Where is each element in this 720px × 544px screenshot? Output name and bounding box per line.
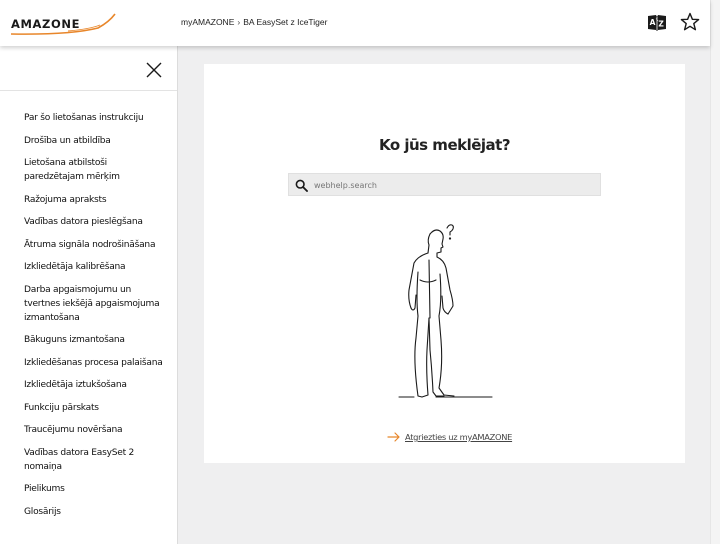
breadcrumb-current: BA EasySet z IceTiger [243, 17, 328, 27]
amazone-logo[interactable]: AMAZONE [10, 13, 116, 37]
search-icon[interactable] [295, 179, 308, 192]
page-scrollbar[interactable] [710, 0, 720, 544]
sidebar: Par šo lietošanas instrukciju Drošība un… [0, 46, 178, 544]
sidebar-item[interactable]: Lietošana atbilstoši paredzētajam mērķim [0, 156, 177, 184]
sidebar-item[interactable]: Pielikums [0, 482, 177, 496]
toc-nav: Par šo lietošanas instrukciju Drošība un… [0, 91, 177, 519]
page-title: Ko jūs meklējat? [378, 136, 511, 154]
breadcrumb-separator: › [237, 17, 241, 27]
close-icon[interactable] [144, 60, 164, 80]
sidebar-item[interactable]: Ātruma signāla nodrošināšana [0, 238, 177, 252]
sidebar-item[interactable]: Izkliedētāja kalibrēšana [0, 260, 177, 274]
arrow-right-icon [387, 432, 400, 442]
thinking-man-illustration [396, 220, 496, 400]
sidebar-header [0, 46, 177, 91]
sidebar-item[interactable]: Bākuguns izmantošana [0, 333, 177, 347]
svg-text:A: A [650, 18, 656, 27]
search-card: Ko jūs meklējat? webhelp.search Atgriezt… [204, 64, 685, 463]
search-box[interactable] [288, 173, 601, 196]
sidebar-item[interactable]: Vadības datora EasySet 2 nomaiņa [0, 446, 177, 474]
back-link-label: Atgriezties uz myAMAZONE [405, 432, 513, 442]
search-input[interactable] [314, 176, 594, 194]
sidebar-item[interactable]: Izkliedētāja iztukšošana [0, 378, 177, 392]
sidebar-item[interactable]: Darba apgaismojumu un tvertnes iekšējā a… [0, 283, 177, 325]
sidebar-item[interactable]: Glosārijs [0, 505, 177, 519]
top-header: AMAZONE myAMAZONE › BA EasySet z IceTiger … [0, 0, 710, 46]
sidebar-item[interactable]: Vadības datora pieslēgšana [0, 215, 177, 229]
sidebar-item[interactable]: Funkciju pārskats [0, 401, 177, 415]
sidebar-item[interactable]: Par šo lietošanas instrukciju [0, 111, 177, 125]
favorite-star-icon[interactable] [680, 12, 700, 32]
svg-text:Z: Z [658, 20, 664, 29]
breadcrumb-home[interactable]: myAMAZONE [181, 17, 234, 27]
back-to-myamazone-link[interactable]: Atgriezties uz myAMAZONE [387, 432, 512, 442]
breadcrumb: myAMAZONE › BA EasySet z IceTiger [181, 17, 327, 27]
dictionary-az-icon[interactable]: A Z [646, 13, 668, 33]
sidebar-item[interactable]: Izkliedēšanas procesa palaišana [0, 356, 177, 370]
sidebar-item[interactable]: Ražojuma apraksts [0, 193, 177, 207]
logo-text: AMAZONE [11, 17, 80, 31]
sidebar-item[interactable]: Drošība un atbildība [0, 134, 177, 148]
sidebar-item[interactable]: Traucējumu novēršana [0, 423, 177, 437]
